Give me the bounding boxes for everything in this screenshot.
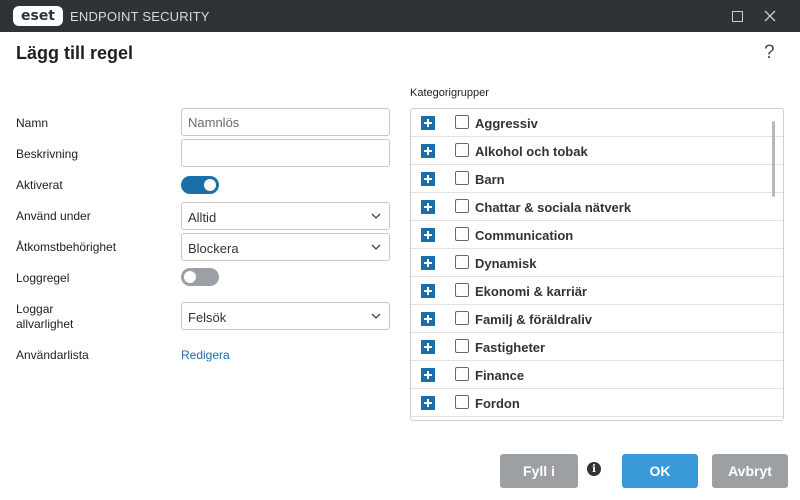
category-label: Fastigheter	[475, 340, 546, 355]
edit-user-list-link[interactable]: Redigera	[181, 348, 230, 362]
expand-icon[interactable]	[421, 284, 435, 298]
list-item[interactable]: Communication	[411, 221, 783, 249]
list-item[interactable]: Finance	[411, 361, 783, 389]
category-label: Communication	[475, 228, 574, 243]
category-label: Ekonomi & karriär	[475, 284, 587, 299]
expand-icon[interactable]	[421, 200, 435, 214]
description-label: Beskrivning	[16, 147, 79, 161]
chevron-down-icon	[371, 244, 381, 250]
expand-icon[interactable]	[421, 312, 435, 326]
log-rule-toggle[interactable]	[181, 268, 219, 286]
use-during-select[interactable]: Alltid	[181, 202, 390, 230]
maximize-button[interactable]	[727, 6, 747, 26]
list-item[interactable]: Aggressiv	[411, 109, 783, 137]
category-label: Familj & föräldraliv	[475, 312, 593, 327]
expand-icon[interactable]	[421, 368, 435, 382]
category-label: Finance	[475, 368, 525, 383]
log-severity-value: Felsök	[188, 310, 227, 325]
category-list[interactable]: Aggressiv Alkohol och tobak Barn Chattar…	[410, 108, 784, 421]
category-label: Dynamisk	[475, 256, 537, 271]
user-list-label: Användarlista	[16, 348, 89, 362]
enabled-toggle[interactable]	[181, 176, 219, 194]
use-during-label: Använd under	[16, 209, 91, 223]
access-value: Blockera	[188, 241, 239, 256]
name-input[interactable]	[181, 108, 390, 136]
category-checkbox[interactable]	[455, 283, 469, 297]
list-item[interactable]: Chattar & sociala nätverk	[411, 193, 783, 221]
list-item[interactable]: Fordon	[411, 389, 783, 417]
name-label: Namn	[16, 116, 49, 130]
maximize-icon	[731, 10, 743, 22]
category-checkbox[interactable]	[455, 171, 469, 185]
scrollbar-thumb[interactable]	[772, 121, 775, 197]
cancel-button[interactable]: Avbryt	[712, 454, 788, 488]
close-button[interactable]	[760, 6, 780, 26]
chevron-down-icon	[371, 313, 381, 319]
fill-button[interactable]: Fyll i	[500, 454, 578, 488]
expand-icon[interactable]	[421, 256, 435, 270]
category-checkbox[interactable]	[455, 339, 469, 353]
list-item[interactable]: Familj & föräldraliv	[411, 305, 783, 333]
category-groups-label: Kategorigrupper	[410, 87, 489, 99]
app-title: ENDPOINT SECURITY	[70, 9, 210, 24]
log-rule-label: Loggregel	[16, 271, 70, 285]
category-checkbox[interactable]	[455, 143, 469, 157]
expand-icon[interactable]	[421, 340, 435, 354]
expand-icon[interactable]	[421, 228, 435, 242]
category-label: Chattar & sociala nätverk	[475, 200, 632, 215]
description-input[interactable]	[181, 139, 390, 167]
access-select[interactable]: Blockera	[181, 233, 390, 261]
expand-icon[interactable]	[421, 172, 435, 186]
category-checkbox[interactable]	[455, 311, 469, 325]
category-checkbox[interactable]	[455, 395, 469, 409]
category-label: Aggressiv	[475, 116, 538, 131]
info-icon[interactable]: i	[587, 462, 601, 476]
enabled-label: Aktiverat	[16, 178, 63, 192]
category-checkbox[interactable]	[455, 199, 469, 213]
toggle-knob	[204, 179, 216, 191]
toggle-knob	[184, 271, 196, 283]
category-checkbox[interactable]	[455, 255, 469, 269]
help-icon[interactable]: ?	[764, 42, 775, 64]
chevron-down-icon	[371, 213, 381, 219]
close-icon	[764, 10, 776, 22]
category-label: Fordon	[475, 396, 520, 411]
expand-icon[interactable]	[421, 116, 435, 130]
ok-button[interactable]: OK	[622, 454, 698, 488]
use-during-value: Alltid	[188, 210, 217, 225]
list-item[interactable]: Alkohol och tobak	[411, 137, 783, 165]
eset-logo: eset	[13, 6, 63, 26]
category-checkbox[interactable]	[455, 227, 469, 241]
list-item[interactable]: Fastigheter	[411, 333, 783, 361]
list-item[interactable]: Dynamisk	[411, 249, 783, 277]
category-label: Alkohol och tobak	[475, 144, 588, 159]
log-severity-select[interactable]: Felsök	[181, 302, 390, 330]
page-title: Lägg till regel	[16, 43, 134, 63]
list-item[interactable]: Ekonomi & karriär	[411, 277, 783, 305]
access-label: Åtkomstbehörighet	[16, 240, 117, 254]
category-label: Barn	[475, 172, 505, 187]
log-severity-label-line1: Loggar	[16, 302, 54, 316]
title-bar: eset ENDPOINT SECURITY	[0, 0, 800, 32]
list-item[interactable]: Barn	[411, 165, 783, 193]
category-checkbox[interactable]	[455, 367, 469, 381]
expand-icon[interactable]	[421, 144, 435, 158]
expand-icon[interactable]	[421, 396, 435, 410]
category-checkbox[interactable]	[455, 115, 469, 129]
log-severity-label-line2: allvarlighet	[16, 317, 74, 331]
